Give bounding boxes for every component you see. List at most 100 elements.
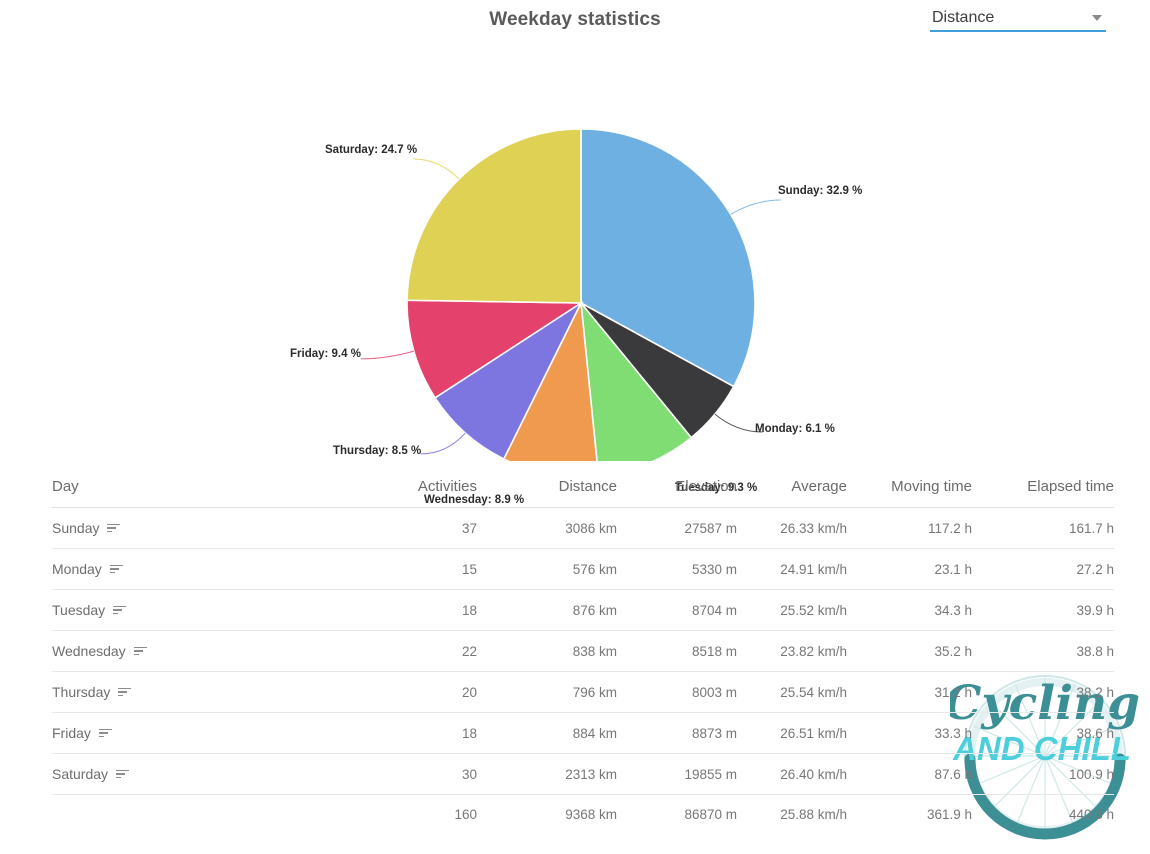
cell-day: Wednesday <box>52 630 357 672</box>
table-header-row: Day Activities Distance Elevation Averag… <box>52 478 1114 508</box>
cell-moving-time: 31.2 h <box>847 671 972 713</box>
col-header-elevation[interactable]: Elevation <box>617 478 737 508</box>
cell-day <box>52 795 357 835</box>
cell-distance: 2313 km <box>477 753 617 795</box>
pie-chart-svg <box>360 128 781 461</box>
weekday-statistics-table: Day Activities Distance Elevation Averag… <box>52 478 1114 834</box>
table-row: Sunday 37 3086 km 27587 m 26.33 km/h 117.2 h1… <box>52 507 1114 549</box>
cell-moving-time: 361.9 h <box>926 807 972 822</box>
col-header-moving-time[interactable]: Moving time <box>847 478 972 508</box>
cell-moving-time: 33.3 h <box>847 712 972 754</box>
filter-icon[interactable] <box>109 564 123 575</box>
table-total-row: 160 9368 km 86870 m 25.88 km/h 361.9 h 440.3 … <box>52 795 1114 835</box>
col-header-average[interactable]: Average <box>737 478 847 508</box>
table-row: Tuesday 18 876 km 8704 m 25.52 km/h 34.3 h 39.… <box>52 589 1114 631</box>
day-cell: Friday <box>52 725 112 741</box>
cell-day: Monday <box>52 548 357 590</box>
day-label: Saturday <box>52 766 109 782</box>
cell-average: 25.54 km/h <box>737 671 847 713</box>
day-label: Monday <box>52 561 102 577</box>
pie-leader-friday <box>360 350 414 360</box>
stats-table: Day Activities Distance Elevation Averag… <box>52 478 1114 834</box>
col-header-distance[interactable]: Distance <box>477 478 617 508</box>
cell-average: 26.51 km/h <box>737 712 847 754</box>
cell-distance: 3086 km <box>477 507 617 549</box>
day-label: Sunday <box>52 520 100 536</box>
col-header-day[interactable]: Day <box>52 478 357 508</box>
cell-activities: 22 <box>357 630 477 672</box>
cell-elapsed-time: 161.7 h <box>972 507 1114 549</box>
pie-leader-sunday <box>730 199 781 215</box>
cell-elevation: 8003 m <box>617 671 737 713</box>
day-cell: Monday <box>52 561 123 577</box>
table-row: Thursday 20 796 km 8003 m 25.54 km/h 31.2 h 38… <box>52 671 1114 713</box>
cell-distance: 876 km <box>477 589 617 631</box>
day-cell: Tuesday <box>52 602 127 618</box>
cell-elapsed-time: 38.2 h <box>972 671 1114 713</box>
cell-elevation: 86870 m <box>684 807 737 822</box>
cell-day: Thursday <box>52 671 357 713</box>
cell-activities: 15 <box>357 548 477 590</box>
cell-elapsed-time: 38.8 h <box>972 630 1114 672</box>
cell-moving-time: 117.2 h <box>847 507 972 549</box>
cell-average: 26.33 km/h <box>737 507 847 549</box>
day-label: Friday <box>52 725 91 741</box>
cell-distance: 9368 km <box>565 807 617 822</box>
pie-label-sunday: Sunday: 32.9 % <box>778 185 863 197</box>
metric-select-control[interactable]: Distance <box>930 6 1106 32</box>
table-header: Day Activities Distance Elevation Averag… <box>52 478 1114 508</box>
day-label: Wednesday <box>52 643 126 659</box>
cell-elapsed-time: 39.9 h <box>972 589 1114 631</box>
cell-distance: 576 km <box>477 548 617 590</box>
cell-average: 25.52 km/h <box>737 589 847 631</box>
cell-day: Friday <box>52 712 357 754</box>
filter-icon[interactable] <box>118 687 132 698</box>
day-cell: Thursday <box>52 684 132 700</box>
table-row: Saturday 30 2313 km 19855 m 26.40 km/h 87.6 h… <box>52 753 1114 795</box>
cell-activities: 18 <box>357 589 477 631</box>
cell-moving-time: 23.1 h <box>847 548 972 590</box>
chevron-down-icon <box>1092 15 1102 21</box>
day-cell: Sunday <box>52 520 121 536</box>
filter-icon[interactable] <box>98 728 112 739</box>
cell-average: 26.40 km/h <box>737 753 847 795</box>
table-row: Wednesday 22 838 km 8518 m 23.82 km/h 35.2 h3… <box>52 630 1114 672</box>
cell-elevation: 5330 m <box>617 548 737 590</box>
cell-average: 23.82 km/h <box>737 630 847 672</box>
filter-icon[interactable] <box>116 769 130 780</box>
cell-average: 24.91 km/h <box>737 548 847 590</box>
weekday-pie-chart: Sunday: 32.9 % Monday: 6.1 % Tuesday: 9.… <box>0 46 1150 506</box>
cell-elevation: 8704 m <box>617 589 737 631</box>
col-header-elapsed-time[interactable]: Elapsed time <box>972 478 1114 508</box>
metric-select-value: Distance <box>932 9 995 26</box>
table-row: Monday 15 576 km 5330 m 24.91 km/h 23.1 h 27.2… <box>52 548 1114 590</box>
cell-elapsed-time: 38.6 h <box>972 712 1114 754</box>
col-header-activities[interactable]: Activities <box>357 478 477 508</box>
cell-elapsed-time: 27.2 h <box>972 548 1114 590</box>
pie-leader-thursday <box>420 432 466 455</box>
pie-leader-saturday <box>413 158 460 180</box>
cell-activities: 30 <box>357 753 477 795</box>
metric-select[interactable]: Distance <box>930 6 1106 32</box>
cell-activities: 160 <box>454 807 477 822</box>
cell-activities: 18 <box>357 712 477 754</box>
filter-icon[interactable] <box>107 523 121 534</box>
cell-distance: 884 km <box>477 712 617 754</box>
pie-slice-saturday[interactable] <box>406 128 582 304</box>
cell-elapsed-time: 440.3 h <box>1068 807 1114 822</box>
table-row: Friday 18 884 km 8873 m 26.51 km/h 33.3 h 38.6… <box>52 712 1114 754</box>
day-cell: Saturday <box>52 766 130 782</box>
cell-average: 25.88 km/h <box>780 807 847 822</box>
cell-distance: 838 km <box>477 630 617 672</box>
cell-day: Tuesday <box>52 589 357 631</box>
cell-moving-time: 87.6 h <box>847 753 972 795</box>
cell-day: Saturday <box>52 753 357 795</box>
filter-icon[interactable] <box>113 605 127 616</box>
cell-activities: 20 <box>357 671 477 713</box>
pie-label-saturday: Saturday: 24.7 % <box>325 144 418 156</box>
filter-icon[interactable] <box>133 646 147 657</box>
cell-elevation: 8873 m <box>617 712 737 754</box>
table-body: Sunday 37 3086 km 27587 m 26.33 km/h 117.2 h1… <box>52 507 1114 835</box>
pie-slices <box>406 128 756 461</box>
pie-label-friday: Friday: 9.4 % <box>290 348 361 360</box>
